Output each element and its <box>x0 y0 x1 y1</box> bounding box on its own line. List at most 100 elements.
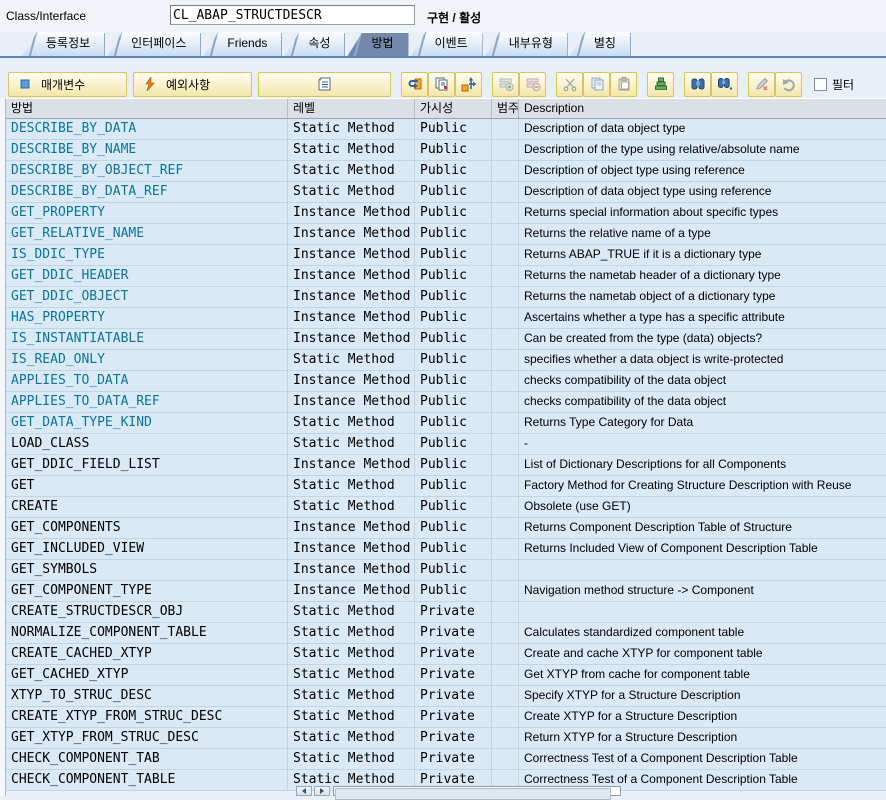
method-cell[interactable]: HAS_PROPERTY <box>6 308 288 328</box>
table-row[interactable]: CREATE Static Method Public Obsolete (us… <box>6 497 886 518</box>
table-row[interactable]: GET_DDIC_FIELD_LIST Instance Method Publ… <box>6 455 886 476</box>
table-row[interactable]: IS_READ_ONLY Static Method Public specif… <box>6 350 886 371</box>
scroll-right-button[interactable] <box>314 786 330 796</box>
tab[interactable]: 등록정보 <box>22 32 106 56</box>
tab[interactable]: 이벤트 <box>410 32 483 56</box>
table-row[interactable]: XTYP_TO_STRUC_DESC Static Method Private… <box>6 686 886 707</box>
table-row[interactable]: GET_DATA_TYPE_KIND Static Method Public … <box>6 413 886 434</box>
method-cell[interactable]: APPLIES_TO_DATA <box>6 371 288 391</box>
table-row[interactable]: GET_DDIC_OBJECT Instance Method Public R… <box>6 287 886 308</box>
method-cell[interactable]: NORMALIZE_COMPONENT_TABLE <box>6 623 288 643</box>
undo-button[interactable] <box>775 71 802 97</box>
table-row[interactable]: GET_CACHED_XTYP Static Method Private Ge… <box>6 665 886 686</box>
column-header-description[interactable]: Description <box>519 99 886 118</box>
column-header-level[interactable]: 레벨 <box>288 99 415 118</box>
method-cell[interactable]: GET_COMPONENTS <box>6 518 288 538</box>
table-row[interactable]: GET_RELATIVE_NAME Instance Method Public… <box>6 224 886 245</box>
tab[interactable]: 속성 <box>284 32 346 56</box>
move-button[interactable] <box>455 71 482 97</box>
method-cell[interactable]: GET <box>6 476 288 496</box>
method-cell[interactable]: CREATE_XTYP_FROM_STRUC_DESC <box>6 707 288 727</box>
table-row[interactable]: GET_COMPONENT_TYPE Instance Method Publi… <box>6 581 886 602</box>
table-row[interactable]: IS_INSTANTIATABLE Instance Method Public… <box>6 329 886 350</box>
column-header-category[interactable]: 범주 <box>492 99 519 118</box>
method-cell[interactable]: XTYP_TO_STRUC_DESC <box>6 686 288 706</box>
method-cell[interactable]: CREATE_CACHED_XTYP <box>6 644 288 664</box>
table-row[interactable]: LOAD_CLASS Static Method Public - <box>6 434 886 455</box>
tab[interactable]: 방법 <box>347 32 409 56</box>
method-cell[interactable]: GET_DATA_TYPE_KIND <box>6 413 288 433</box>
copy-view-button[interactable] <box>428 71 455 97</box>
table-row[interactable]: GET_DDIC_HEADER Instance Method Public R… <box>6 266 886 287</box>
method-cell[interactable]: GET_INCLUDED_VIEW <box>6 539 288 559</box>
method-cell[interactable]: APPLIES_TO_DATA_REF <box>6 392 288 412</box>
method-cell[interactable]: GET_DDIC_FIELD_LIST <box>6 455 288 475</box>
method-cell[interactable]: GET_CACHED_XTYP <box>6 665 288 685</box>
method-cell[interactable]: GET_RELATIVE_NAME <box>6 224 288 244</box>
method-cell[interactable]: CHECK_COMPONENT_TABLE <box>6 770 288 790</box>
scrollbar-track[interactable] <box>333 786 621 800</box>
table-row[interactable]: GET_XTYP_FROM_STRUC_DESC Static Method P… <box>6 728 886 749</box>
table-row[interactable]: CREATE_CACHED_XTYP Static Method Private… <box>6 644 886 665</box>
method-cell[interactable]: GET_DDIC_HEADER <box>6 266 288 286</box>
method-cell[interactable]: CHECK_COMPONENT_TAB <box>6 749 288 769</box>
tab[interactable]: Friends <box>203 32 283 56</box>
exceptions-button[interactable]: 예외사항 <box>133 71 252 97</box>
class-name-input[interactable] <box>170 5 415 25</box>
method-cell[interactable]: DESCRIBE_BY_DATA_REF <box>6 182 288 202</box>
sync-button[interactable] <box>401 71 428 97</box>
column-header-visibility[interactable]: 가시성 <box>415 99 492 118</box>
insert-row-button[interactable] <box>492 71 519 97</box>
table-row[interactable]: GET_COMPONENTS Instance Method Public Re… <box>6 518 886 539</box>
table-row[interactable]: GET_PROPERTY Instance Method Public Retu… <box>6 203 886 224</box>
table-row[interactable]: GET_SYMBOLS Instance Method Public <box>6 560 886 581</box>
method-cell[interactable]: GET_PROPERTY <box>6 203 288 223</box>
table-row[interactable]: HAS_PROPERTY Instance Method Public Asce… <box>6 308 886 329</box>
sort-button[interactable] <box>647 71 674 97</box>
tab[interactable]: 인터페이스 <box>107 32 202 56</box>
method-cell[interactable]: IS_DDIC_TYPE <box>6 245 288 265</box>
parameters-button[interactable]: 매개변수 <box>8 71 127 97</box>
scroll-left-button[interactable] <box>296 786 312 796</box>
cut-button[interactable] <box>556 71 583 97</box>
method-cell[interactable]: DESCRIBE_BY_OBJECT_REF <box>6 161 288 181</box>
scrollbar-thumb[interactable] <box>335 788 611 800</box>
method-cell[interactable]: IS_READ_ONLY <box>6 350 288 370</box>
tab[interactable]: 내부유형 <box>484 32 568 56</box>
method-cell[interactable]: CREATE_STRUCTDESCR_OBJ <box>6 602 288 622</box>
table-row[interactable]: CREATE_STRUCTDESCR_OBJ Static Method Pri… <box>6 602 886 623</box>
find-next-button[interactable] <box>711 71 738 97</box>
table-row[interactable]: DESCRIBE_BY_OBJECT_REF Static Method Pub… <box>6 161 886 182</box>
table-row[interactable]: GET Static Method Public Factory Method … <box>6 476 886 497</box>
level-cell: Instance Method <box>288 560 415 580</box>
delete-row-button[interactable] <box>519 71 546 97</box>
method-cell[interactable]: CREATE <box>6 497 288 517</box>
column-header-method[interactable]: 방법 <box>6 99 288 118</box>
method-cell[interactable]: DESCRIBE_BY_DATA <box>6 119 288 139</box>
table-row[interactable]: APPLIES_TO_DATA Instance Method Public c… <box>6 371 886 392</box>
paste-button[interactable] <box>610 71 637 97</box>
method-cell[interactable]: IS_INSTANTIATABLE <box>6 329 288 349</box>
edit-button[interactable] <box>748 71 775 97</box>
table-row[interactable]: DESCRIBE_BY_DATA_REF Static Method Publi… <box>6 182 886 203</box>
method-cell[interactable]: GET_SYMBOLS <box>6 560 288 580</box>
table-row[interactable]: IS_DDIC_TYPE Instance Method Public Retu… <box>6 245 886 266</box>
method-cell[interactable]: GET_COMPONENT_TYPE <box>6 581 288 601</box>
method-cell[interactable]: GET_DDIC_OBJECT <box>6 287 288 307</box>
method-cell[interactable]: GET_XTYP_FROM_STRUC_DESC <box>6 728 288 748</box>
copy-button[interactable] <box>583 71 610 97</box>
table-row[interactable]: CREATE_XTYP_FROM_STRUC_DESC Static Metho… <box>6 707 886 728</box>
tab[interactable]: 별칭 <box>569 32 631 56</box>
find-button[interactable] <box>684 71 711 97</box>
filter-checkbox[interactable] <box>814 77 827 91</box>
method-cell[interactable]: LOAD_CLASS <box>6 434 288 454</box>
table-row[interactable]: NORMALIZE_COMPONENT_TABLE Static Method … <box>6 623 886 644</box>
table-row[interactable]: CHECK_COMPONENT_TAB Static Method Privat… <box>6 749 886 770</box>
table-row[interactable]: DESCRIBE_BY_NAME Static Method Public De… <box>6 140 886 161</box>
detail-view-button[interactable] <box>258 71 391 97</box>
visibility-cell: Public <box>415 308 492 328</box>
method-cell[interactable]: DESCRIBE_BY_NAME <box>6 140 288 160</box>
table-row[interactable]: DESCRIBE_BY_DATA Static Method Public De… <box>6 119 886 140</box>
table-row[interactable]: GET_INCLUDED_VIEW Instance Method Public… <box>6 539 886 560</box>
table-row[interactable]: APPLIES_TO_DATA_REF Instance Method Publ… <box>6 392 886 413</box>
